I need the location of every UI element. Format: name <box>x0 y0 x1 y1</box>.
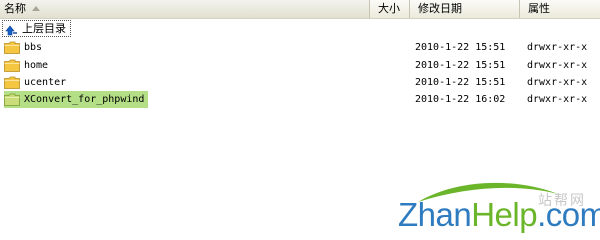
column-header-attr[interactable]: 属性 <box>520 0 600 18</box>
file-permissions: drwxr-xr-x <box>527 60 588 71</box>
file-permissions: drwxr-xr-x <box>527 42 588 53</box>
file-name: home <box>24 60 49 71</box>
parent-directory-label: 上层目录 <box>22 22 66 35</box>
column-header-attr-label: 属性 <box>528 2 550 15</box>
column-header-name-label: 名称 <box>4 2 26 15</box>
parent-directory-row[interactable]: 上层目录 <box>0 20 600 37</box>
logo-text-help: Help <box>471 196 538 233</box>
zhanhelp-logo: ZhanHelp.com <box>398 180 600 238</box>
file-row[interactable]: XConvert_for_phpwind 2010-1-22 16:02 drw… <box>0 91 600 108</box>
file-permissions: drwxr-xr-x <box>527 94 588 105</box>
file-row[interactable]: ucenter 2010-1-22 15:51 drwxr-xr-x <box>0 74 600 91</box>
file-name: XConvert_for_phpwind <box>24 94 145 105</box>
folder-icon <box>4 59 20 72</box>
file-date: 2010-1-22 16:02 <box>415 94 506 105</box>
file-name-cell[interactable]: home <box>4 57 52 74</box>
column-header-modified-label: 修改日期 <box>418 2 462 15</box>
folder-icon <box>4 76 20 89</box>
file-name: bbs <box>24 42 43 53</box>
file-row[interactable]: bbs 2010-1-22 15:51 drwxr-xr-x <box>0 39 600 56</box>
file-date: 2010-1-22 15:51 <box>415 60 506 71</box>
column-header-modified[interactable]: 修改日期 <box>410 0 520 18</box>
folder-icon <box>4 93 20 106</box>
logo-text: ZhanHelp.com <box>398 196 600 234</box>
up-arrow-icon <box>4 22 18 36</box>
file-permissions: drwxr-xr-x <box>527 77 588 88</box>
file-name-cell[interactable]: XConvert_for_phpwind <box>4 91 149 108</box>
column-header-name[interactable]: 名称 <box>0 0 370 18</box>
logo-text-zhan: Zhan <box>398 196 472 233</box>
file-row[interactable]: home 2010-1-22 15:51 drwxr-xr-x <box>0 57 600 74</box>
file-date: 2010-1-22 15:51 <box>415 42 506 53</box>
file-date: 2010-1-22 15:51 <box>415 77 506 88</box>
sort-ascending-icon <box>32 6 40 11</box>
column-header: 名称 大小 修改日期 属性 <box>0 0 600 19</box>
logo-text-com: .com <box>537 196 600 233</box>
folder-icon <box>4 41 20 54</box>
column-header-size-label: 大小 <box>378 2 400 15</box>
file-name-cell[interactable]: ucenter <box>4 74 70 91</box>
parent-directory-name[interactable]: 上层目录 <box>2 20 71 37</box>
file-name: ucenter <box>24 77 67 88</box>
file-name-cell[interactable]: bbs <box>4 39 46 56</box>
column-header-size[interactable]: 大小 <box>370 0 410 18</box>
